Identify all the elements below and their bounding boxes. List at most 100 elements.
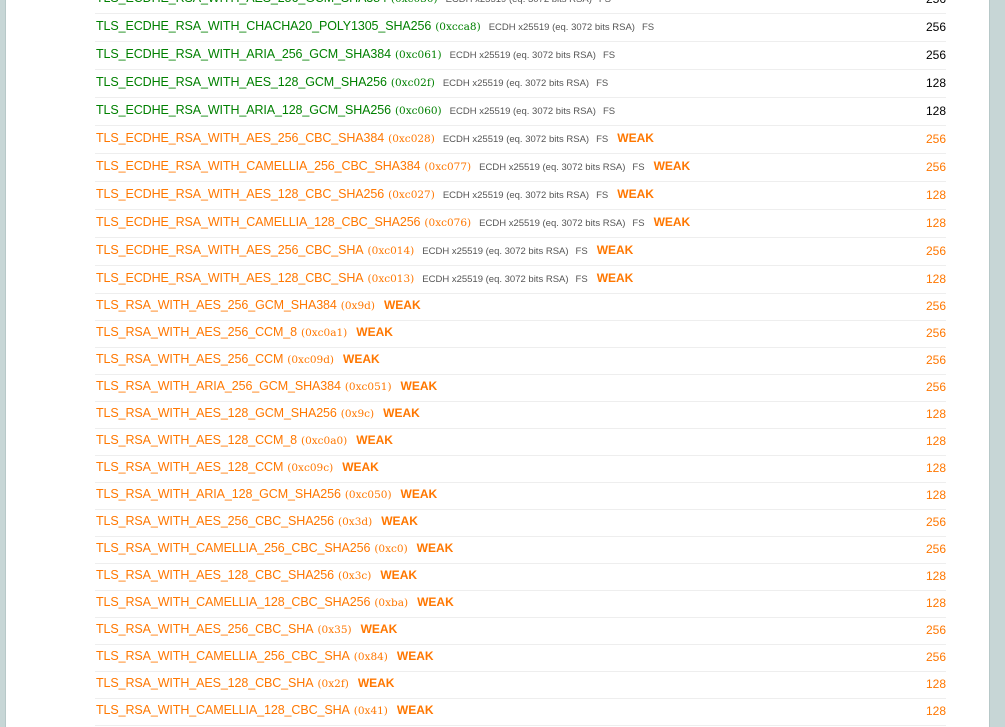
key-bits: 128: [925, 216, 946, 230]
cipher-suite-name: TLS_RSA_WITH_CAMELLIA_256_CBC_SHA256: [96, 541, 371, 555]
cipher-suite-info: TLS_ECDHE_RSA_WITH_CAMELLIA_256_CBC_SHA3…: [96, 159, 690, 175]
cipher-suite-name: TLS_ECDHE_RSA_WITH_CHACHA20_POLY1305_SHA…: [96, 19, 432, 33]
cipher-suite-row: TLS_ECDHE_RSA_WITH_AES_128_CBC_SHA256 (0x…: [95, 182, 946, 210]
cipher-suite-name: TLS_RSA_WITH_AES_256_CCM_8: [96, 325, 297, 339]
cipher-suite-info: TLS_ECDHE_RSA_WITH_AES_128_GCM_SHA256 (0x…: [96, 75, 608, 91]
key-exchange-info: ECDH x25519 (eq. 3072 bits RSA): [442, 134, 590, 145]
key-bits: 256: [925, 48, 946, 62]
cipher-suite-code: (0x3d): [338, 516, 373, 528]
cipher-suite-info: TLS_RSA_WITH_AES_128_CCM_8 (0xc0a0) WEAK: [96, 433, 393, 449]
key-bits: 128: [925, 704, 946, 718]
cipher-suite-name: TLS_ECDHE_RSA_WITH_AES_256_CBC_SHA384: [96, 131, 385, 145]
key-exchange-info: ECDH x25519 (eq. 3072 bits RSA): [449, 106, 596, 117]
forward-secrecy-badge: FS: [575, 246, 588, 257]
cipher-suite-name: TLS_RSA_WITH_CAMELLIA_128_CBC_SHA: [96, 703, 350, 717]
cipher-suite-row: TLS_ECDHE_RSA_WITH_AES_256_CBC_SHA (0xc01…: [95, 238, 946, 266]
key-exchange-info: ECDH x25519 (eq. 3072 bits RSA): [442, 190, 590, 201]
weak-label: WEAK: [357, 676, 395, 690]
cipher-suite-name: TLS_ECDHE_RSA_WITH_AES_256_GCM_SHA384: [96, 0, 387, 5]
weak-label: WEAK: [381, 514, 418, 528]
cipher-suite-info: TLS_RSA_WITH_AES_128_CBC_SHA (0x2f) WEAK: [96, 676, 394, 692]
cipher-suite-info: TLS_ECDHE_RSA_WITH_ARIA_128_GCM_SHA256 (0…: [96, 103, 615, 119]
cipher-suite-info: TLS_RSA_WITH_AES_256_CBC_SHA256 (0x3d) WEA…: [96, 514, 418, 530]
cipher-suite-info: TLS_RSA_WITH_ARIA_128_GCM_SHA256 (0xc050)…: [96, 487, 437, 503]
weak-label: WEAK: [396, 703, 434, 717]
weak-label: WEAK: [400, 487, 438, 501]
cipher-suite-name: TLS_RSA_WITH_AES_128_CBC_SHA: [96, 676, 314, 690]
cipher-suite-row: TLS_RSA_WITH_AES_256_CBC_SHA (0x35) WEAK 2…: [95, 618, 946, 645]
key-bits: 256: [925, 650, 946, 664]
key-bits: 128: [925, 488, 946, 502]
key-bits: 128: [925, 104, 946, 118]
cipher-suite-code: (0xc0a1): [300, 327, 348, 339]
cipher-suite-info: TLS_RSA_WITH_AES_128_CBC_SHA256 (0x3c) WEA…: [96, 568, 417, 584]
cipher-suite-code: (0x3c): [338, 570, 372, 582]
key-bits: 128: [925, 272, 946, 286]
key-bits: 128: [925, 596, 946, 610]
key-bits: 256: [925, 380, 946, 394]
cipher-suite-row: TLS_RSA_WITH_CAMELLIA_256_CBC_SHA256 (0xc…: [95, 537, 946, 564]
weak-label: WEAK: [596, 271, 634, 285]
cipher-suite-code: (0x9c): [340, 408, 375, 420]
cipher-suite-name: TLS_ECDHE_RSA_WITH_AES_128_CBC_SHA256: [96, 187, 385, 201]
cipher-suite-info: TLS_ECDHE_RSA_WITH_AES_256_CBC_SHA384 (0x…: [96, 131, 654, 147]
cipher-suite-info: TLS_RSA_WITH_AES_256_GCM_SHA384 (0x9d) WEA…: [96, 298, 421, 314]
forward-secrecy-badge: FS: [599, 0, 611, 5]
cipher-suite-row: TLS_RSA_WITH_CAMELLIA_128_CBC_SHA (0x41) W…: [95, 699, 946, 726]
cipher-suite-code: (0xc0): [374, 543, 408, 555]
cipher-suite-row: TLS_RSA_WITH_AES_256_CCM (0xc09d) WEAK 256: [95, 348, 946, 375]
cipher-suite-info: TLS_RSA_WITH_AES_256_CBC_SHA (0x35) WEAK: [96, 622, 397, 638]
key-bits: 256: [925, 244, 946, 258]
cipher-suite-row: TLS_RSA_WITH_AES_128_CBC_SHA (0x2f) WEAK 1…: [95, 672, 946, 699]
cipher-suite-info: TLS_ECDHE_RSA_WITH_AES_256_GCM_SHA384 (0x…: [96, 0, 611, 7]
cipher-suite-info: TLS_RSA_WITH_AES_128_CCM (0xc09c) WEAK: [96, 460, 379, 476]
cipher-suite-info: TLS_RSA_WITH_AES_128_GCM_SHA256 (0x9c) WEA…: [96, 406, 420, 422]
report-panel: TLS_ECDHE_RSA_WITH_AES_256_GCM_SHA384 (0x…: [5, 0, 990, 727]
cipher-suite-row: TLS_RSA_WITH_AES_256_GCM_SHA384 (0x9d) WEA…: [95, 294, 946, 321]
cipher-suite-code: (0xc051): [344, 381, 392, 393]
key-exchange-info: ECDH x25519 (eq. 3072 bits RSA): [488, 22, 635, 33]
cipher-suite-name: TLS_ECDHE_RSA_WITH_CAMELLIA_128_CBC_SHA2…: [96, 215, 421, 229]
key-exchange-info: ECDH x25519 (eq. 3072 bits RSA): [446, 0, 592, 5]
cipher-suite-name: TLS_ECDHE_RSA_WITH_ARIA_256_GCM_SHA384: [96, 47, 391, 61]
key-exchange-info: ECDH x25519 (eq. 3072 bits RSA): [422, 274, 569, 285]
forward-secrecy-badge: FS: [602, 106, 616, 117]
cipher-suite-code: (0xcca8): [435, 21, 481, 33]
cipher-suite-code: (0xc02f): [390, 77, 435, 89]
weak-label: WEAK: [417, 595, 454, 609]
cipher-suite-name: TLS_RSA_WITH_AES_256_GCM_SHA384: [96, 298, 337, 312]
cipher-suite-row: TLS_RSA_WITH_AES_256_CBC_SHA256 (0x3d) WEA…: [95, 510, 946, 537]
cipher-suite-name: TLS_RSA_WITH_AES_256_CBC_SHA: [96, 622, 314, 636]
weak-label: WEAK: [356, 325, 393, 339]
weak-label: WEAK: [383, 298, 421, 312]
cipher-suite-row: TLS_RSA_WITH_CAMELLIA_128_CBC_SHA256 (0xb…: [95, 591, 946, 618]
key-bits: 128: [925, 407, 946, 421]
cipher-suite-code: (0xc077): [424, 161, 472, 173]
cipher-suite-row: TLS_ECDHE_RSA_WITH_AES_256_CBC_SHA384 (0x…: [95, 126, 946, 154]
cipher-suite-info: TLS_RSA_WITH_CAMELLIA_256_CBC_SHA (0x84) W…: [96, 649, 434, 665]
cipher-suite-code: (0xc0a0): [300, 435, 348, 447]
cipher-suite-name: TLS_ECDHE_RSA_WITH_ARIA_128_GCM_SHA256: [96, 103, 391, 117]
cipher-suite-code: (0x41): [353, 705, 388, 717]
weak-label: WEAK: [617, 187, 654, 201]
cipher-suite-info: TLS_ECDHE_RSA_WITH_ARIA_256_GCM_SHA384 (0…: [96, 47, 615, 63]
forward-secrecy-badge: FS: [596, 78, 609, 89]
key-bits: 128: [925, 434, 946, 448]
cipher-suite-info: TLS_RSA_WITH_CAMELLIA_128_CBC_SHA256 (0xb…: [96, 595, 454, 611]
forward-secrecy-badge: FS: [632, 218, 645, 229]
cipher-suite-name: TLS_RSA_WITH_ARIA_256_GCM_SHA384: [96, 379, 341, 393]
weak-label: WEAK: [396, 649, 434, 663]
key-bits: 256: [925, 326, 946, 340]
weak-label: WEAK: [416, 541, 454, 555]
cipher-suite-row: TLS_ECDHE_RSA_WITH_AES_256_GCM_SHA384 (0x…: [95, 0, 946, 14]
weak-label: WEAK: [380, 568, 418, 582]
key-exchange-info: ECDH x25519 (eq. 3072 bits RSA): [442, 78, 590, 89]
cipher-suite-row: TLS_RSA_WITH_AES_128_CBC_SHA256 (0x3c) WEA…: [95, 564, 946, 591]
cipher-suite-name: TLS_RSA_WITH_CAMELLIA_256_CBC_SHA: [96, 649, 350, 663]
cipher-suite-info: TLS_RSA_WITH_AES_256_CCM (0xc09d) WEAK: [96, 352, 380, 368]
cipher-suite-info: TLS_RSA_WITH_AES_256_CCM_8 (0xc0a1) WEAK: [96, 325, 393, 341]
cipher-suite-code: (0x2f): [317, 678, 349, 690]
cipher-suite-row: TLS_ECDHE_RSA_WITH_ARIA_128_GCM_SHA256 (0…: [95, 98, 946, 126]
cipher-suite-row: TLS_ECDHE_RSA_WITH_AES_128_GCM_SHA256 (0x…: [95, 70, 946, 98]
cipher-suite-info: TLS_ECDHE_RSA_WITH_AES_256_CBC_SHA (0xc01…: [96, 243, 633, 259]
